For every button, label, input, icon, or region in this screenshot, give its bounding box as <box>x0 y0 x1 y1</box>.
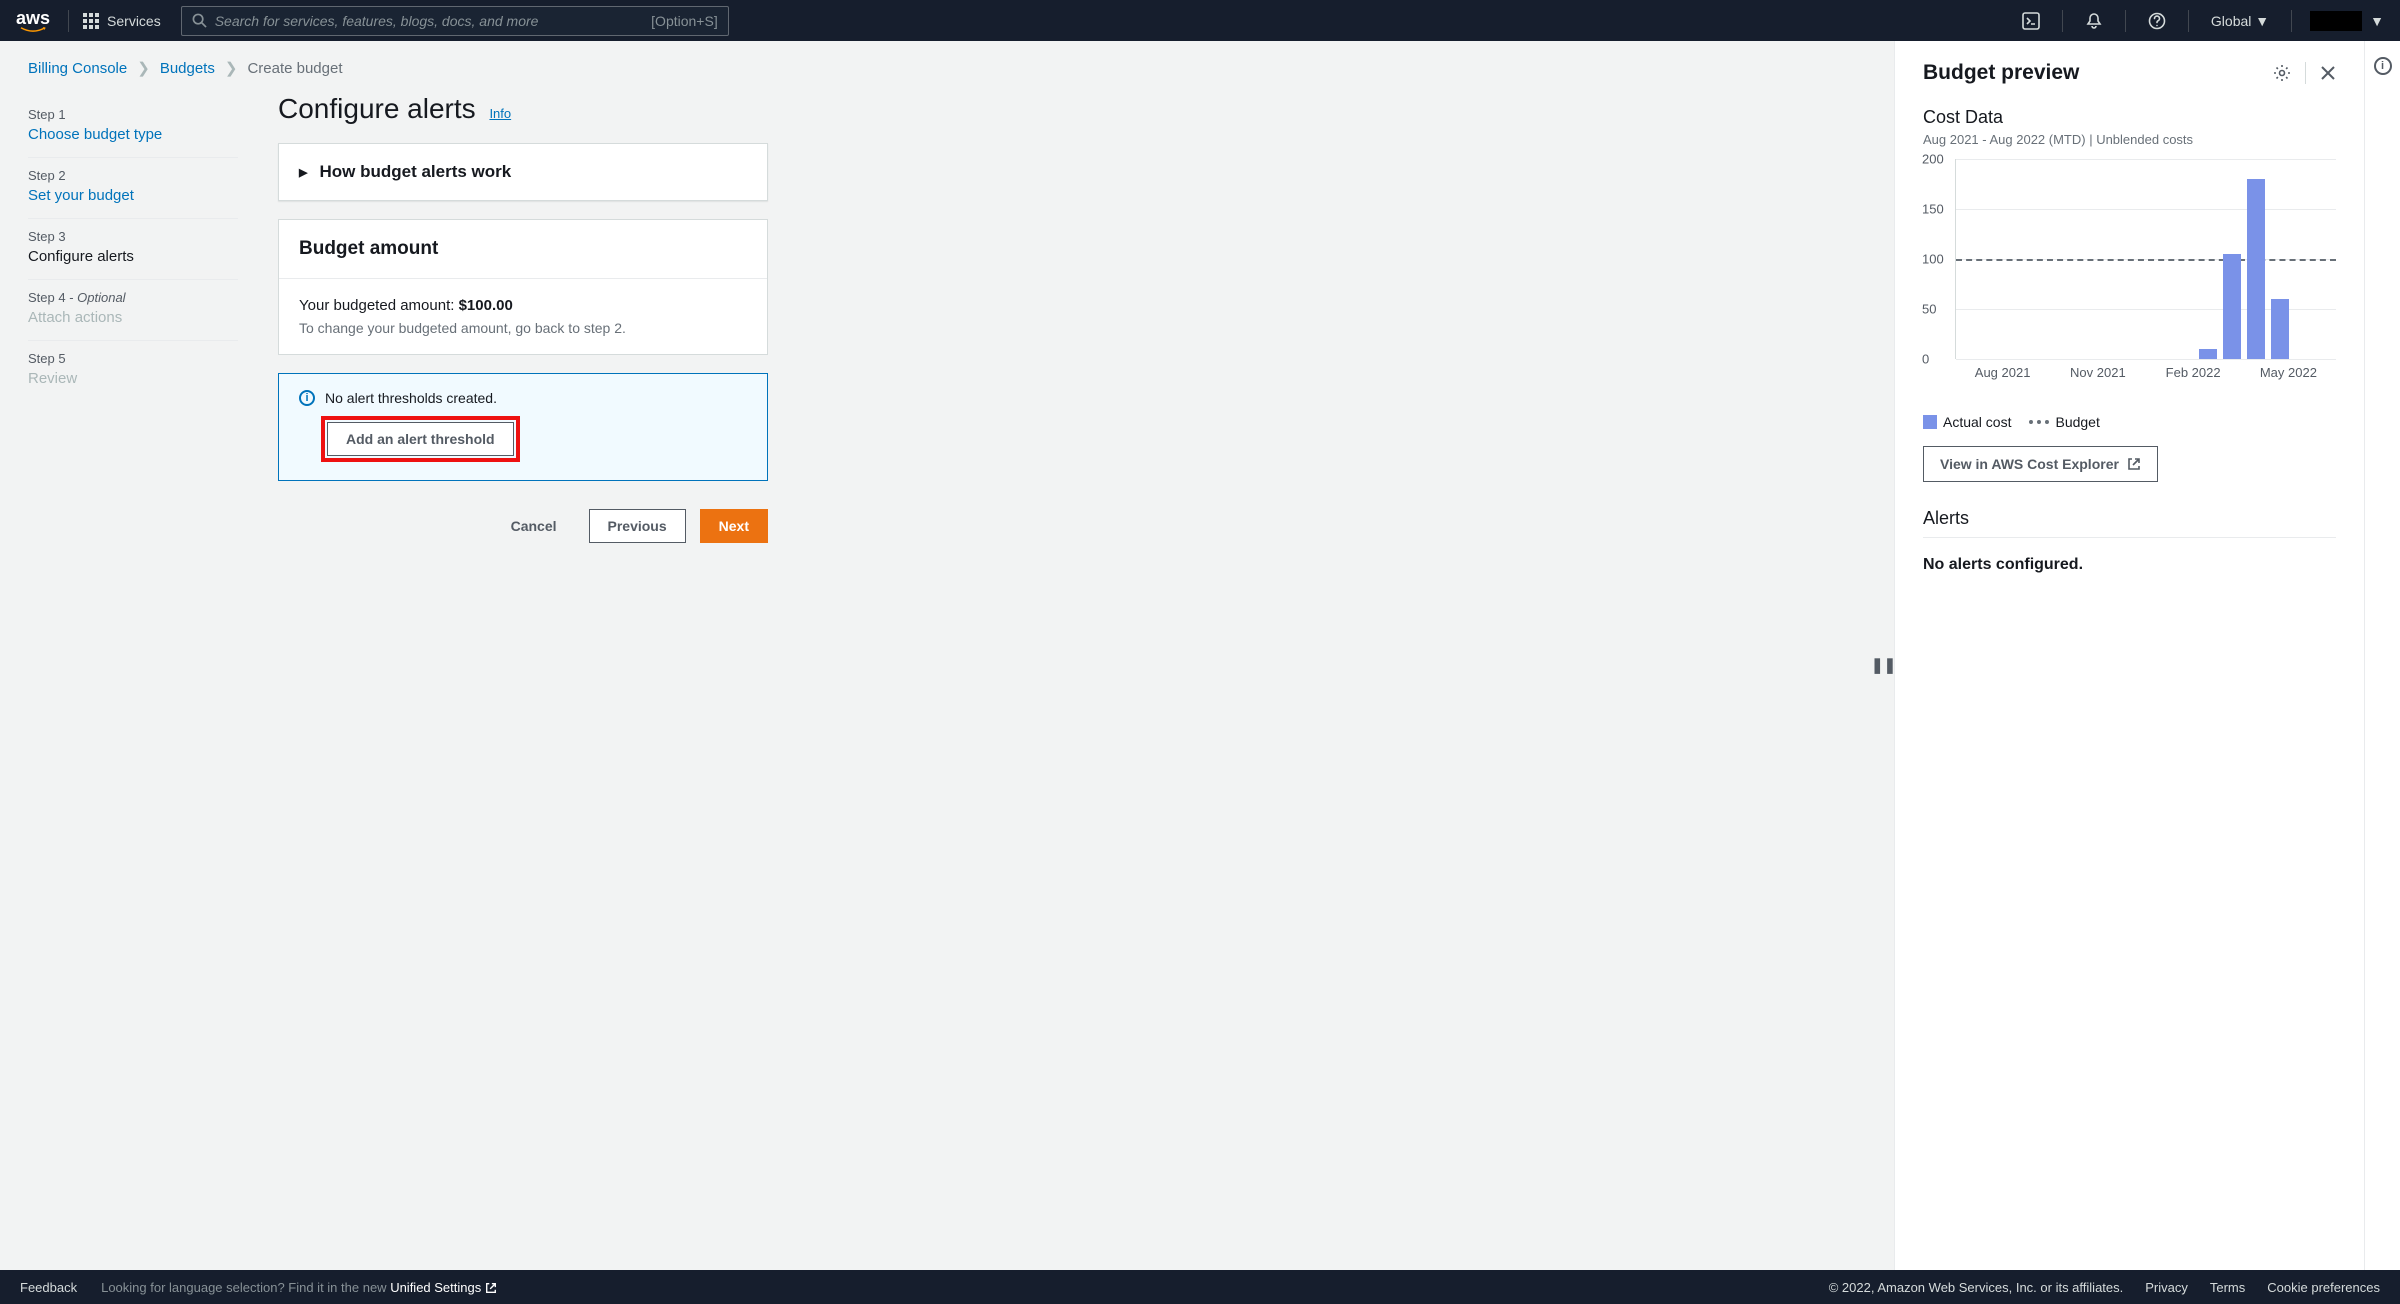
breadcrumb-current: Create budget <box>247 60 342 77</box>
privacy-link[interactable]: Privacy <box>2145 1280 2188 1295</box>
cancel-button[interactable]: Cancel <box>493 510 575 542</box>
highlight-box: Add an alert threshold <box>321 416 520 462</box>
step5-label: Step 5 <box>28 351 238 366</box>
chevron-right-icon: ❯ <box>137 59 150 77</box>
add-alert-threshold-button[interactable]: Add an alert threshold <box>327 422 514 456</box>
lang-hint: Looking for language selection? Find it … <box>101 1280 497 1295</box>
budget-amount-panel: Budget amount Your budgeted amount: $100… <box>278 219 768 355</box>
breadcrumb-budgets[interactable]: Budgets <box>160 60 215 77</box>
budget-amount-hint: To change your budgeted amount, go back … <box>299 320 747 336</box>
cookie-link[interactable]: Cookie preferences <box>2267 1280 2380 1295</box>
chart-bar <box>2199 349 2217 359</box>
close-icon[interactable] <box>2320 65 2336 81</box>
bottom-bar: Feedback Looking for language selection?… <box>0 1270 2400 1304</box>
services-grid-icon <box>83 13 99 29</box>
chart-bar <box>2271 299 2289 359</box>
services-label: Services <box>107 13 161 29</box>
cloudshell-icon[interactable] <box>2014 12 2048 30</box>
legend-actual-label: Actual cost <box>1943 414 2011 430</box>
chart-legend: Actual cost Budget <box>1923 414 2336 430</box>
budget-preview-panel: Budget preview ❚❚ Cost Data Aug 2021 - A… <box>1894 41 2364 1270</box>
unified-settings-link[interactable]: Unified Settings <box>390 1280 497 1295</box>
next-button[interactable]: Next <box>700 509 768 543</box>
page-title: Configure alerts Info <box>278 93 768 125</box>
step5-disabled: Review <box>28 370 238 387</box>
settings-icon[interactable] <box>2273 64 2291 82</box>
collapse-handle-icon[interactable]: ❚❚ <box>1871 656 1896 674</box>
search-placeholder: Search for services, features, blogs, do… <box>215 13 539 29</box>
step3-current: Configure alerts <box>28 248 238 265</box>
no-alerts-text: No alerts configured. <box>1923 556 2336 574</box>
legend-budget-swatch <box>2029 420 2049 424</box>
no-thresholds-text: No alert thresholds created. <box>325 390 497 406</box>
how-alerts-work-toggle[interactable]: ▶ How budget alerts work <box>279 144 767 200</box>
alerts-section-header: Alerts <box>1923 508 2336 538</box>
info-link[interactable]: Info <box>489 106 511 121</box>
chart-bar <box>2247 179 2265 359</box>
account-caret-icon: ▼ <box>2370 13 2384 29</box>
preview-title: Budget preview <box>1923 61 2079 85</box>
how-alerts-work-panel: ▶ How budget alerts work <box>278 143 768 201</box>
legend-budget-label: Budget <box>2055 414 2099 430</box>
help-icon[interactable] <box>2140 12 2174 30</box>
region-selector[interactable]: Global ▼ <box>2211 13 2269 29</box>
previous-button[interactable]: Previous <box>589 509 686 543</box>
chevron-right-icon: ❯ <box>225 59 238 77</box>
search-shortcut: [Option+S] <box>651 13 718 29</box>
info-strip: i <box>2364 41 2400 1270</box>
view-cost-explorer-button[interactable]: View in AWS Cost Explorer <box>1923 446 2158 482</box>
chart-bar <box>2223 254 2241 359</box>
step2-label: Step 2 <box>28 168 238 183</box>
info-icon: i <box>299 390 315 406</box>
budgeted-amount-value: $100.00 <box>459 297 513 314</box>
caret-right-icon: ▶ <box>299 166 307 179</box>
breadcrumb: Billing Console ❯ Budgets ❯ Create budge… <box>28 59 1866 77</box>
budgeted-amount-line: Your budgeted amount: $100.00 <box>299 297 747 314</box>
external-link-icon <box>2127 457 2141 471</box>
help-panel-icon[interactable]: i <box>2374 57 2392 75</box>
cost-data-title: Cost Data <box>1923 107 2336 128</box>
how-alerts-work-title: How budget alerts work <box>319 162 511 182</box>
step4-disabled: Attach actions <box>28 309 238 326</box>
legend-actual-swatch <box>1923 415 1937 429</box>
external-link-icon <box>485 1282 497 1294</box>
copyright-text: © 2022, Amazon Web Services, Inc. or its… <box>1829 1280 2124 1295</box>
step1-label: Step 1 <box>28 107 238 122</box>
search-input[interactable]: Search for services, features, blogs, do… <box>181 6 729 36</box>
cost-chart: 050100150200 Aug 2021Nov 2021Feb 2022May… <box>1923 159 2336 404</box>
step1-link[interactable]: Choose budget type <box>28 126 238 143</box>
aws-logo[interactable]: aws <box>16 8 50 33</box>
alert-thresholds-panel: i No alert thresholds created. Add an al… <box>278 373 768 481</box>
top-nav: aws Services Search for services, featur… <box>0 0 2400 41</box>
step3-label: Step 3 <box>28 229 238 244</box>
notifications-icon[interactable] <box>2077 12 2111 30</box>
terms-link[interactable]: Terms <box>2210 1280 2245 1295</box>
services-menu[interactable]: Services <box>83 13 161 29</box>
cost-data-subtitle: Aug 2021 - Aug 2022 (MTD) | Unblended co… <box>1923 132 2336 147</box>
step4-label: Step 4 - Optional <box>28 290 238 305</box>
budget-amount-header: Budget amount <box>279 220 767 279</box>
feedback-link[interactable]: Feedback <box>20 1280 77 1295</box>
account-menu[interactable] <box>2310 11 2362 31</box>
step2-link[interactable]: Set your budget <box>28 187 238 204</box>
search-icon <box>192 13 207 28</box>
breadcrumb-billing[interactable]: Billing Console <box>28 60 127 77</box>
wizard-steps: Step 1 Choose budget type Step 2 Set you… <box>28 93 238 543</box>
